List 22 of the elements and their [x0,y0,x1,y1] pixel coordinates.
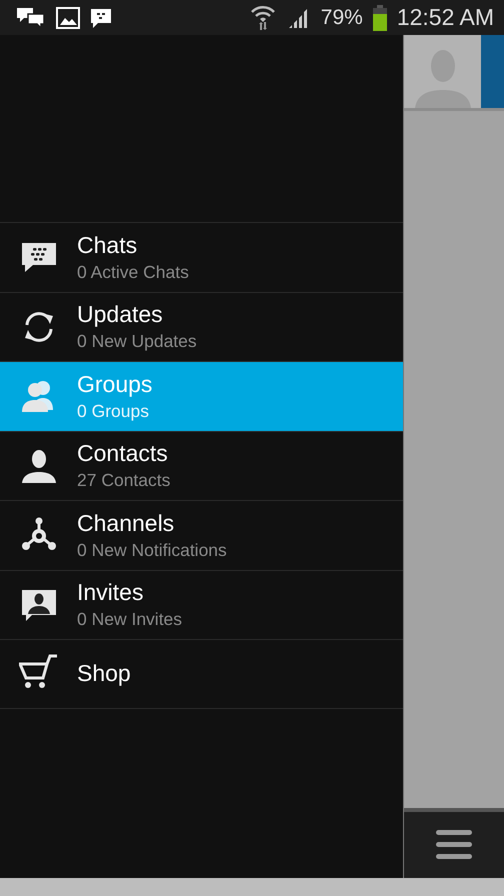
image-icon [56,6,80,28]
menu-item-subtitle: 0 New Notifications [77,540,227,561]
menu-item-title: Contacts [77,440,169,468]
battery-percent: 79% [320,6,363,30]
menu-item-subtitle: 0 New Invites [77,609,182,630]
menu-item-subtitle: 0 Groups [77,400,150,422]
menu-item-title: Invites [77,579,144,606]
chat-bubble-icon [90,6,112,28]
menu-item-title: Shop [77,660,131,688]
menu-item-title: Channels [77,510,176,537]
menu-item-title: Chats [77,232,138,259]
menu-item-subtitle: 27 Contacts [77,470,170,492]
battery-icon [372,4,387,30]
menu-item-title: Groups [77,370,152,398]
menu-icon[interactable] [436,828,472,862]
menu-item-title: Updates [77,301,164,328]
clock-time: 12:52 AM [396,4,494,31]
chat-bubbles-icon [16,6,46,30]
wifi-icon [248,4,277,32]
menu-item-subtitle: 0 New Updates [77,331,197,352]
menu-item[interactable]: Shop [0,639,403,708]
menu-item-subtitle: 0 Active Chats [77,262,189,283]
